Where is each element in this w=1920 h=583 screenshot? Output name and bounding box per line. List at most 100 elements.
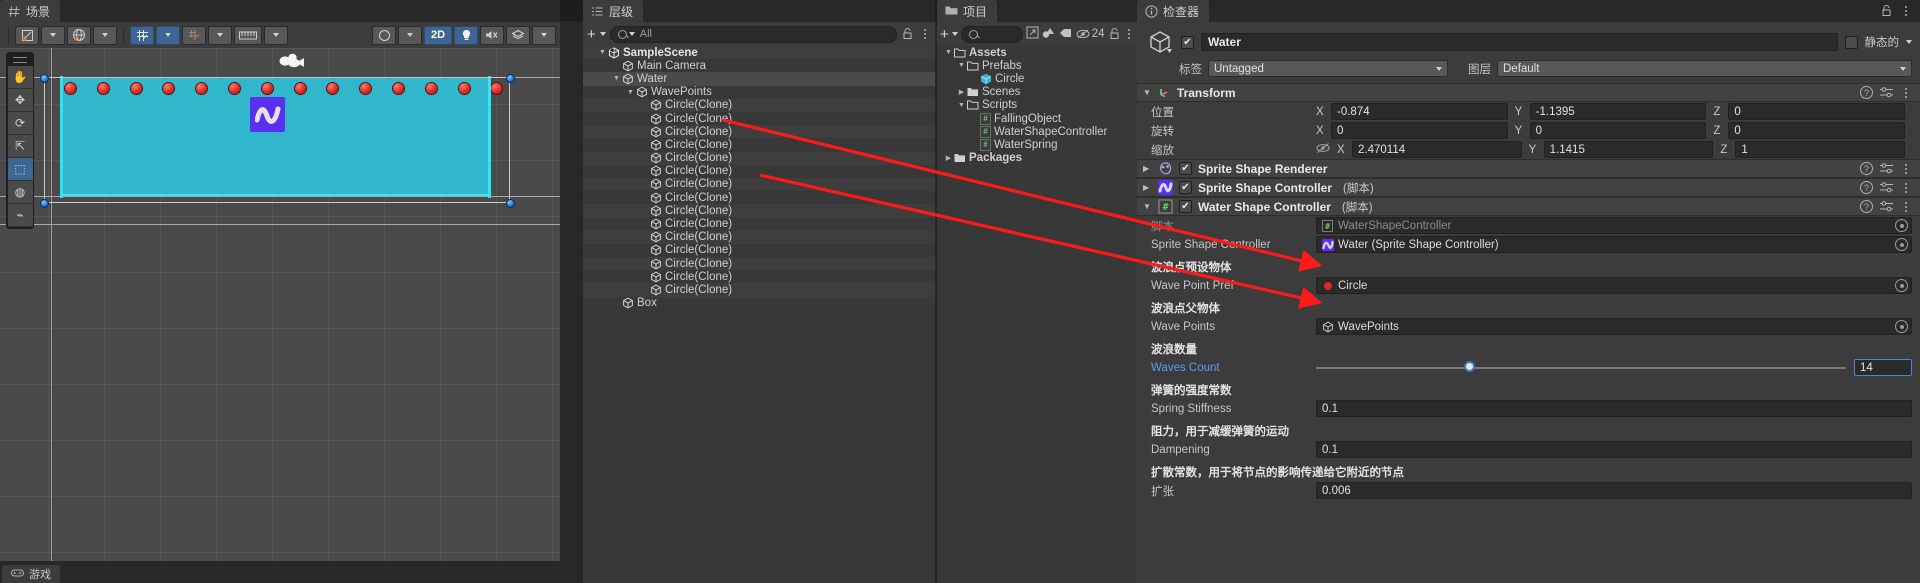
object-picker-icon[interactable]: [1895, 219, 1908, 232]
preset-icon[interactable]: [1880, 182, 1893, 193]
project-item[interactable]: # FallingObject: [937, 112, 1137, 125]
gameobject-enabled-checkbox[interactable]: ✔: [1181, 35, 1194, 49]
project-item[interactable]: ▶ Scenes: [937, 86, 1137, 99]
scene-viewport[interactable]: [0, 48, 560, 561]
project-tree[interactable]: ▼ Assets ▼ Prefabs Circle ▶ Scenes ▼ Scripts # Fal…: [937, 46, 1137, 583]
expand-toggle-icon[interactable]: ▼: [611, 75, 622, 82]
tab-project[interactable]: 项目: [937, 0, 998, 22]
transform-tool-button[interactable]: [15, 25, 39, 45]
hierarchy-item[interactable]: ▼ SampleScene: [583, 46, 935, 60]
transform-expand-icon[interactable]: ▼: [1143, 88, 1151, 97]
hierarchy-item[interactable]: Main Camera: [583, 59, 935, 72]
waves-count-slider[interactable]: [1316, 360, 1846, 372]
effects-dropdown[interactable]: [532, 25, 556, 45]
transform-x-input[interactable]: 0: [1331, 122, 1508, 139]
transform-x-input[interactable]: 2.470114: [1352, 141, 1522, 158]
spring-stiffness-input[interactable]: 0.1: [1316, 400, 1912, 417]
lock-icon[interactable]: [901, 27, 915, 41]
grid-snap-dropdown[interactable]: [156, 25, 180, 45]
project-filter-label-icon[interactable]: [1059, 27, 1073, 42]
dampening-input[interactable]: 0.1: [1316, 441, 1912, 458]
preset-icon[interactable]: [1880, 163, 1893, 174]
component-header[interactable]: ▶ ✔ Sprite Shape Renderer?: [1137, 159, 1920, 178]
gameobject-name-input[interactable]: Water: [1201, 33, 1838, 51]
static-dropdown-icon[interactable]: [1906, 40, 1912, 44]
component-enabled-checkbox[interactable]: ✔: [1179, 162, 1192, 175]
hierarchy-item[interactable]: Circle(Clone): [583, 270, 935, 283]
component-menu-icon[interactable]: [1900, 181, 1912, 195]
expand-toggle-icon[interactable]: ▶: [943, 154, 954, 162]
hierarchy-item[interactable]: Circle(Clone): [583, 151, 935, 165]
scale-tool-button[interactable]: ⇱: [7, 135, 33, 158]
component-header[interactable]: ▼ # ✔ Water Shape Controller (脚本)?: [1137, 197, 1920, 216]
component-header-transform[interactable]: ▼ Transform ?: [1137, 83, 1920, 102]
lighting-toggle-button[interactable]: [454, 25, 478, 45]
preset-icon[interactable]: [1880, 201, 1893, 212]
hierarchy-create-dropdown-icon[interactable]: [599, 32, 606, 36]
component-menu-icon[interactable]: [1900, 200, 1912, 214]
expand-toggle-icon[interactable]: ▶: [956, 88, 967, 96]
rotate-tool-button[interactable]: ⟳: [7, 112, 33, 135]
shape-handle[interactable]: [506, 74, 515, 83]
hierarchy-menu-icon[interactable]: [919, 27, 931, 41]
lock-icon[interactable]: [1880, 4, 1894, 18]
effects-toggle-button[interactable]: [506, 25, 530, 45]
hierarchy-item[interactable]: Circle(Clone): [583, 217, 935, 230]
hierarchy-item[interactable]: Circle(Clone): [583, 98, 935, 112]
project-filter-type-icon[interactable]: [1042, 26, 1056, 42]
tag-dropdown[interactable]: Untagged: [1208, 60, 1448, 77]
transform-z-input[interactable]: 0: [1728, 103, 1906, 120]
hierarchy-item[interactable]: Circle(Clone): [583, 230, 935, 244]
hierarchy-item[interactable]: Circle(Clone): [583, 283, 935, 297]
project-item[interactable]: ▼ Assets: [937, 46, 1137, 59]
project-item[interactable]: ▼ Scripts: [937, 99, 1137, 112]
project-item[interactable]: ▶ Packages: [937, 152, 1137, 165]
transform-tool-dropdown[interactable]: [41, 25, 65, 45]
magnet-snap-dropdown[interactable]: [208, 25, 232, 45]
expand-toggle-icon[interactable]: ▼: [597, 49, 608, 56]
pivot-rotation-dropdown[interactable]: [93, 25, 117, 45]
grid-snap-button[interactable]: [130, 25, 154, 45]
tab-scene[interactable]: 场景: [0, 0, 61, 22]
help-icon[interactable]: ?: [1860, 181, 1873, 194]
component-expand-icon[interactable]: ▶: [1143, 183, 1152, 192]
wave-point-pref-object-field[interactable]: Circle: [1316, 277, 1912, 294]
hand-tool-button[interactable]: ✋: [7, 66, 33, 89]
expand-toggle-icon[interactable]: ▼: [943, 49, 954, 56]
transform-y-input[interactable]: -1.1395: [1529, 103, 1707, 120]
help-icon[interactable]: ?: [1860, 162, 1873, 175]
project-item[interactable]: ▼ Prefabs: [937, 59, 1137, 72]
move-tool-button[interactable]: ✥: [7, 89, 33, 112]
custom-editor-tool-button[interactable]: ⌁: [7, 204, 33, 227]
sprite-shape-controller-object-field[interactable]: Water (Sprite Shape Controller): [1316, 236, 1912, 253]
transform-y-input[interactable]: 1.1415: [1543, 141, 1714, 158]
rect-tool-button[interactable]: ⬚: [7, 158, 33, 181]
tab-hierarchy[interactable]: 层级: [583, 0, 644, 22]
hierarchy-item[interactable]: Circle(Clone): [583, 244, 935, 257]
expand-toggle-icon[interactable]: ▼: [956, 102, 967, 109]
transform-z-input[interactable]: 1: [1735, 141, 1906, 158]
transform-z-input[interactable]: 0: [1728, 122, 1906, 139]
slider-knob[interactable]: [1464, 360, 1476, 372]
scale-link-icon[interactable]: [1316, 142, 1330, 157]
hierarchy-item[interactable]: Circle(Clone): [583, 125, 935, 139]
hierarchy-item[interactable]: Circle(Clone): [583, 138, 935, 151]
transform-menu-icon[interactable]: [1900, 86, 1912, 100]
script-object-field[interactable]: # WaterShapeController: [1316, 217, 1912, 234]
wave-points-object-field[interactable]: WavePoints: [1316, 318, 1912, 335]
ruler-icon[interactable]: [234, 25, 262, 45]
hierarchy-item[interactable]: ▼ Water: [583, 72, 935, 86]
tab-game[interactable]: 游戏: [2, 565, 60, 583]
expand-toggle-icon[interactable]: ▼: [956, 62, 967, 69]
shape-handle[interactable]: [506, 199, 515, 208]
object-picker-icon[interactable]: [1895, 320, 1908, 333]
shape-handle[interactable]: [40, 199, 49, 208]
waves-count-input[interactable]: 14: [1854, 359, 1912, 376]
hierarchy-item[interactable]: Circle(Clone): [583, 165, 935, 178]
hierarchy-create-button[interactable]: +: [587, 27, 596, 42]
hierarchy-item[interactable]: ▼ WavePoints: [583, 86, 935, 99]
object-picker-icon[interactable]: [1895, 238, 1908, 251]
shading-mode-dropdown[interactable]: [398, 25, 422, 45]
shape-handle[interactable]: [40, 74, 49, 83]
hierarchy-item[interactable]: Circle(Clone): [583, 112, 935, 125]
